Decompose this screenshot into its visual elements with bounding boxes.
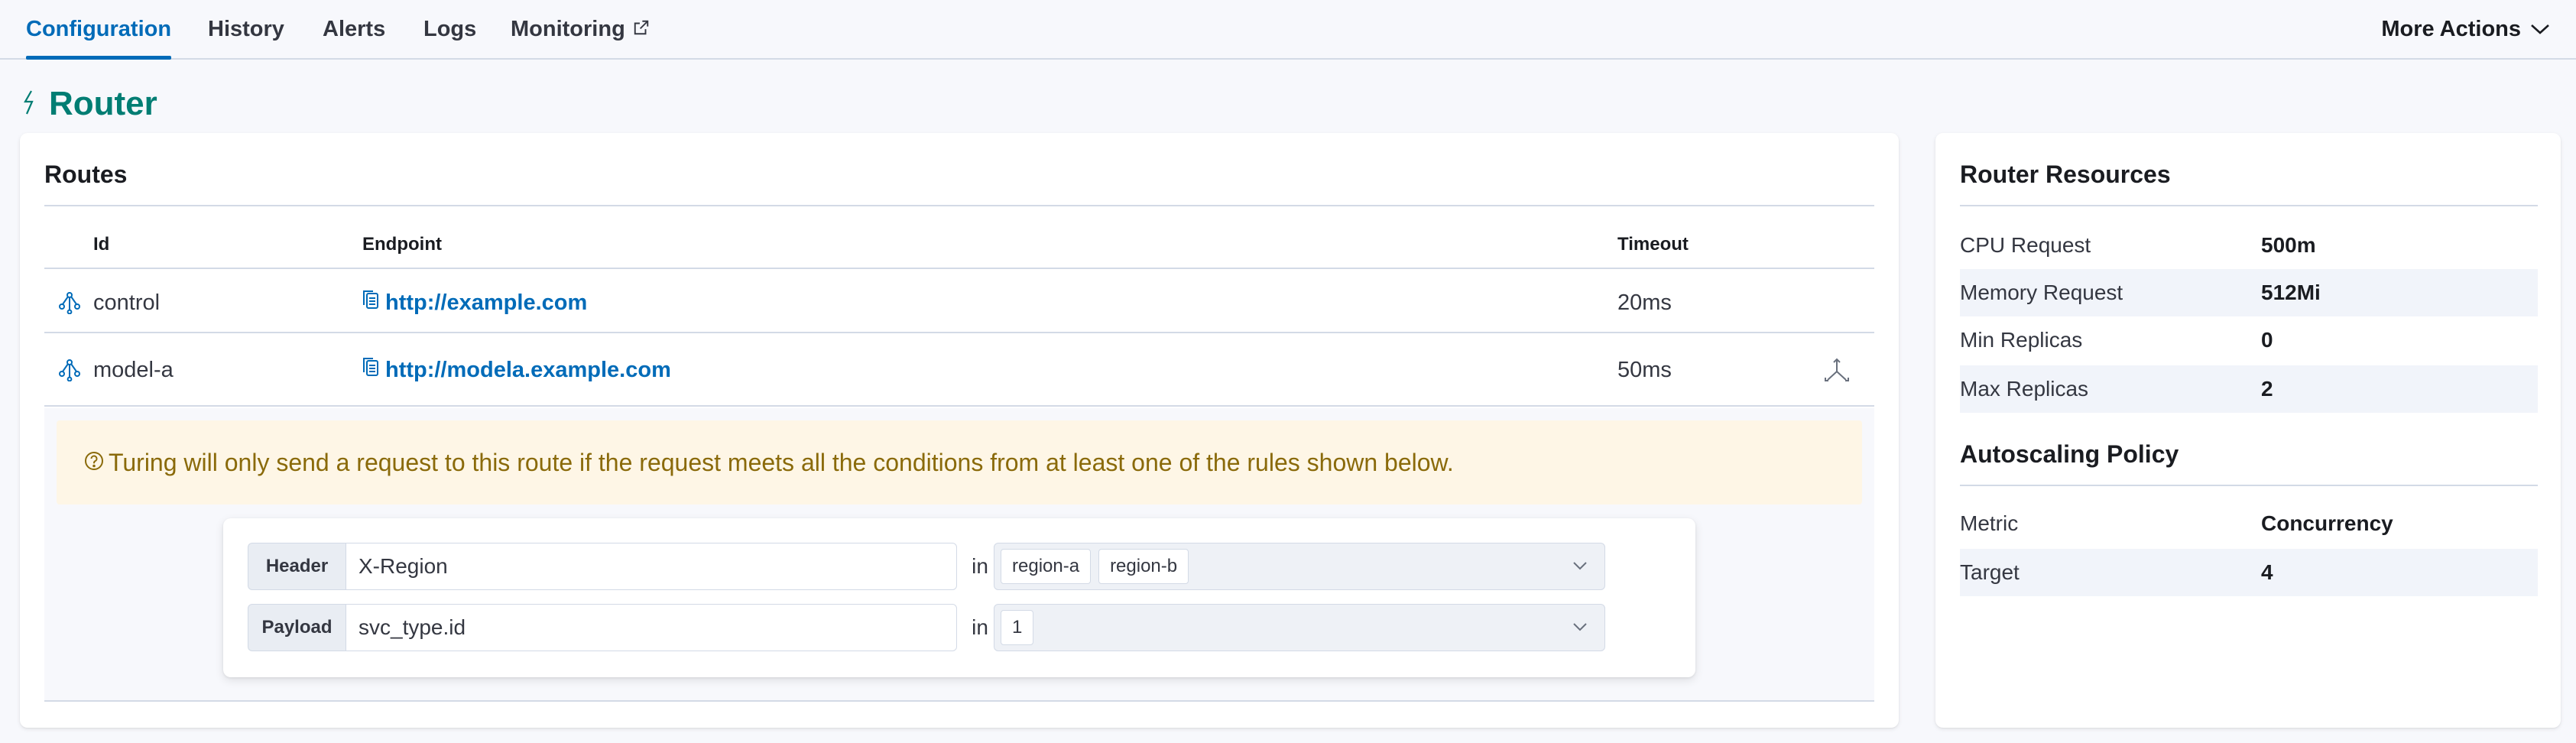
endpoint-link[interactable]: http://modela.example.com <box>362 338 671 402</box>
autoscaling-row: Metric Concurrency <box>1960 500 2538 547</box>
external-link-icon <box>633 17 650 42</box>
value-chip: region-a <box>1001 549 1092 584</box>
chevron-down-icon[interactable] <box>1572 560 1588 575</box>
question-circle-icon <box>84 451 104 475</box>
value-chip: region-b <box>1098 549 1189 584</box>
resource-row: CPU Request 500m <box>1960 222 2538 269</box>
divider <box>44 268 1874 269</box>
rules-callout: Turing will only send a request to this … <box>57 420 1862 505</box>
tab-label: Logs <box>423 16 477 41</box>
resource-value: 2 <box>2261 377 2273 401</box>
column-header-timeout[interactable]: Timeout <box>1617 234 1689 255</box>
divider <box>44 332 1874 333</box>
resource-row: Memory Request 512Mi <box>1960 269 2538 316</box>
route-icon <box>58 274 81 332</box>
more-actions-button[interactable]: More Actions <box>2381 0 2550 58</box>
rule-field-input[interactable]: X-Region <box>346 543 957 590</box>
rule-values-combobox[interactable]: region-a region-b <box>994 543 1605 590</box>
callout-text: Turing will only send a request to this … <box>109 448 1454 476</box>
more-actions-label: More Actions <box>2381 16 2521 41</box>
tab-label: Monitoring <box>511 16 625 41</box>
resource-label: Memory Request <box>1960 281 2123 304</box>
route-id: control <box>93 290 161 315</box>
page-title-text: Router <box>49 85 157 122</box>
tab-bar: Configuration History Alerts Logs Monito… <box>0 0 2576 60</box>
column-header-id[interactable]: Id <box>93 234 109 255</box>
resource-value: 0 <box>2261 328 2273 352</box>
tab-label: History <box>208 16 284 41</box>
divider <box>44 700 1874 702</box>
tab-configuration[interactable]: Configuration <box>26 0 172 60</box>
tab-monitoring[interactable]: Monitoring <box>511 0 650 58</box>
routes-heading: Routes <box>44 161 128 188</box>
tab-label: Alerts <box>323 16 386 41</box>
autoscaling-value: 4 <box>2261 560 2273 584</box>
tab-label: Configuration <box>26 16 172 41</box>
resource-row: Min Replicas 0 <box>1960 316 2538 364</box>
rule-values-combobox[interactable]: 1 <box>994 604 1605 651</box>
autoscaling-value: Concurrency <box>2261 511 2393 535</box>
route-timeout: 50ms <box>1617 357 1672 382</box>
field-source-label: Header <box>248 543 346 590</box>
endpoint-text: http://example.com <box>385 290 588 315</box>
resource-label: Min Replicas <box>1960 328 2083 352</box>
divider <box>1960 485 2538 486</box>
traffic-rules-icon[interactable] <box>1824 338 1850 402</box>
resource-value: 512Mi <box>2261 281 2321 304</box>
rule-field-input[interactable]: svc_type.id <box>346 604 957 651</box>
chevron-down-icon[interactable] <box>1572 621 1588 636</box>
autoscaling-row: Target 4 <box>1960 549 2538 596</box>
value-chip: 1 <box>1001 610 1034 645</box>
resource-label: CPU Request <box>1960 233 2091 257</box>
bolt-icon <box>23 89 35 118</box>
column-header-endpoint[interactable]: Endpoint <box>362 234 442 255</box>
resource-label: Max Replicas <box>1960 377 2089 401</box>
route-icon <box>58 338 81 402</box>
resource-row: Max Replicas 2 <box>1960 365 2538 413</box>
chevron-down-icon <box>2531 24 2549 34</box>
tab-history[interactable]: History <box>208 0 284 58</box>
endpoint-link[interactable]: http://example.com <box>362 274 587 332</box>
copy-icon[interactable] <box>362 357 379 383</box>
divider <box>44 405 1874 407</box>
autoscaling-label: Target <box>1960 560 2020 584</box>
tab-logs[interactable]: Logs <box>423 0 476 58</box>
endpoint-text: http://modela.example.com <box>385 357 671 382</box>
resource-value: 500m <box>2261 233 2316 257</box>
tab-alerts[interactable]: Alerts <box>323 0 385 58</box>
route-timeout: 20ms <box>1617 290 1672 315</box>
resources-heading: Router Resources <box>1960 161 2171 188</box>
divider <box>44 205 1874 206</box>
autoscaling-label: Metric <box>1960 511 2019 535</box>
field-source-label: Payload <box>248 604 346 651</box>
divider <box>1960 205 2538 206</box>
copy-icon[interactable] <box>362 290 379 316</box>
route-id: model-a <box>93 357 174 382</box>
autoscaling-heading: Autoscaling Policy <box>1960 440 2179 468</box>
page-title: Router <box>23 79 157 128</box>
